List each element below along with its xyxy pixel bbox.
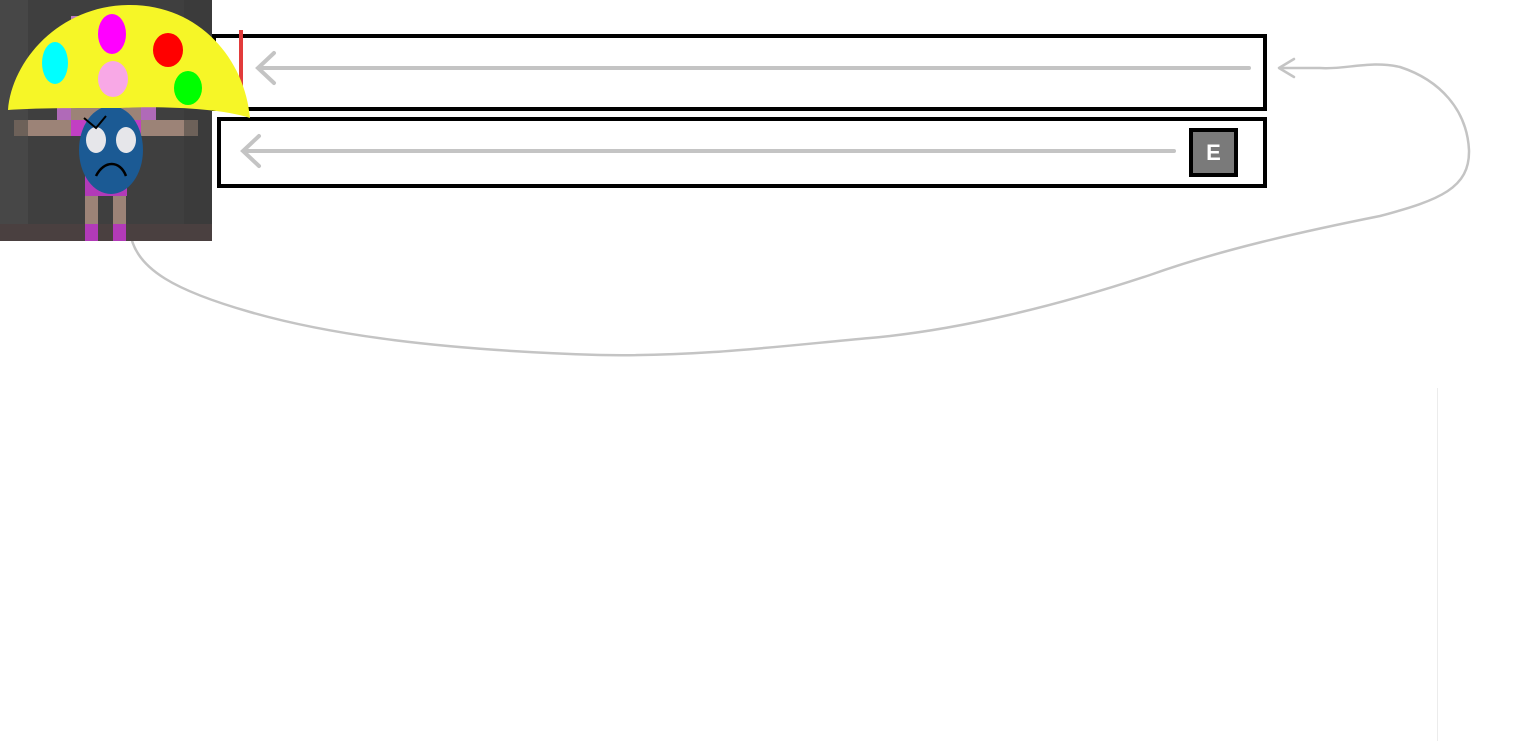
game-stage: E — [0, 0, 1530, 741]
lane-top-arrow — [255, 51, 1251, 85]
loop-curve-arrow — [128, 57, 1471, 357]
track-lane-top — [212, 34, 1267, 111]
lane-bottom-arrow — [240, 134, 1176, 168]
right-panel-divider — [1437, 388, 1438, 741]
key-badge[interactable]: E — [1189, 128, 1238, 177]
enemy-mushroom-sprite — [8, 5, 250, 194]
